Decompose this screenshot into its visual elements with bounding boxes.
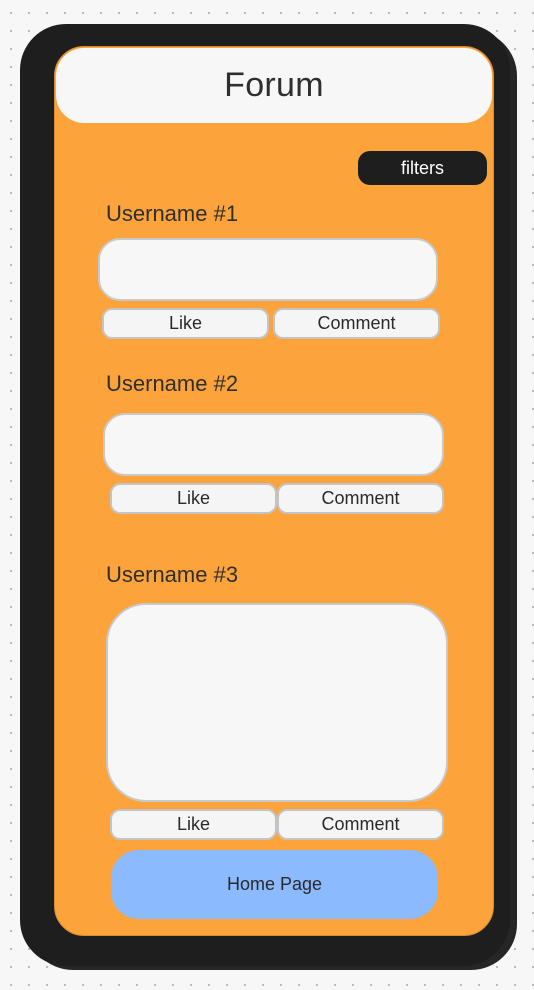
post-2-content-box[interactable] bbox=[103, 413, 444, 476]
page-title: Forum bbox=[224, 66, 324, 104]
post-1-username: Username #1 bbox=[106, 201, 239, 226]
post-3-comment-button[interactable]: Comment bbox=[277, 809, 444, 840]
filters-button[interactable]: filters bbox=[358, 151, 487, 185]
post-3-content-box[interactable] bbox=[106, 603, 448, 802]
post-3-like-button[interactable]: Like bbox=[110, 809, 277, 840]
post-1-like-button[interactable]: Like bbox=[102, 308, 269, 339]
post-3-username: Username #3 bbox=[106, 562, 239, 587]
post-2-like-button[interactable]: Like bbox=[110, 483, 277, 514]
post-2-comment-button[interactable]: Comment bbox=[277, 483, 444, 514]
post-1-comment-button[interactable]: Comment bbox=[273, 308, 440, 339]
header-bar: Forum bbox=[56, 48, 492, 123]
post-1-content-box[interactable] bbox=[98, 238, 438, 301]
home-page-button[interactable]: Home Page bbox=[111, 850, 438, 919]
post-2-username: Username #2 bbox=[106, 371, 239, 396]
